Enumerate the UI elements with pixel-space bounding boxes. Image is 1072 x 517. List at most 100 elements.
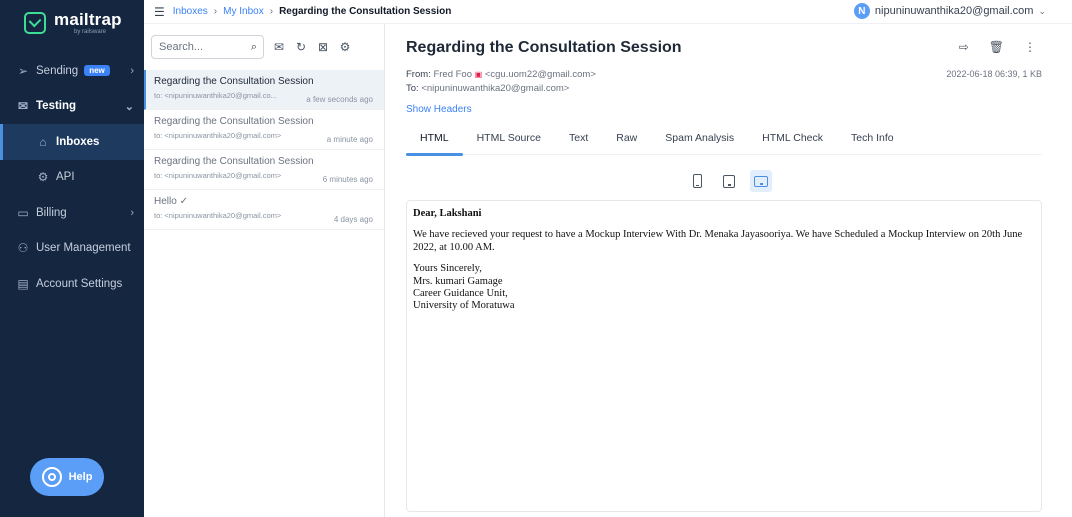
list-item[interactable]: Regarding the Consultation Session to: <…: [144, 150, 384, 190]
signoff-line: Mrs. kumari Gamage: [413, 275, 503, 287]
message-time: a minute ago: [326, 135, 373, 144]
sidebar-item-label: API: [56, 171, 75, 184]
from-email: <cgu.uom22@gmail.com>: [484, 69, 596, 80]
message-subject: Regarding the Consultation Session: [154, 76, 314, 87]
api-gear-icon: ⚙: [37, 170, 49, 185]
email-paragraph: We have recieved your request to have a …: [413, 229, 1023, 253]
breadcrumb-separator: ›: [213, 6, 218, 17]
tab-raw[interactable]: Raw: [602, 128, 651, 155]
tab-tech-info[interactable]: Tech Info: [837, 128, 908, 155]
refresh-icon[interactable]: ↻: [294, 40, 308, 54]
message-subject: Regarding the Consultation Session: [154, 156, 314, 167]
from-line: From: Fred Foo ▣ <cgu.uom22@gmail.com>: [406, 69, 596, 80]
list-item[interactable]: Regarding the Consultation Session to: <…: [144, 110, 384, 150]
mobile-icon: [692, 174, 702, 188]
search-placeholder: Search...: [159, 41, 204, 53]
sidebar-item-label: Billing: [36, 206, 67, 219]
from-name: Fred Foo: [433, 69, 472, 80]
message-time: a few seconds ago: [306, 95, 373, 104]
new-badge: new: [84, 65, 110, 77]
list-item[interactable]: Regarding the Consultation Session to: <…: [144, 70, 384, 110]
signoff-line: Yours Sincerely,: [413, 263, 482, 275]
tab-text[interactable]: Text: [555, 128, 602, 155]
sidebar-item-inboxes[interactable]: ⌂ Inboxes: [0, 124, 144, 160]
settings-gear-icon[interactable]: ⚙: [338, 40, 352, 54]
desktop-icon: [754, 175, 768, 187]
desktop-preview-button[interactable]: [750, 170, 772, 192]
tablet-preview-button[interactable]: [718, 170, 740, 192]
menu-toggle-icon[interactable]: ☰: [154, 5, 165, 19]
help-button[interactable]: Help: [30, 458, 104, 496]
testing-icon: ✉: [17, 99, 29, 114]
list-toolbar: Search... ⌕ ✉ ↻ ⊠ ⚙: [144, 24, 384, 70]
tab-html-check[interactable]: HTML Check: [748, 128, 837, 155]
sidebar-item-api[interactable]: ⚙ API: [0, 160, 144, 196]
breadcrumb-current: Regarding the Consultation Session: [279, 6, 452, 17]
search-icon: ⌕: [250, 40, 257, 53]
sidebar-item-label: User Management: [36, 242, 131, 255]
message-list-panel: Search... ⌕ ✉ ↻ ⊠ ⚙ Regarding the Consul…: [144, 24, 385, 517]
message-time: 4 days ago: [333, 215, 373, 224]
tab-html[interactable]: HTML: [406, 128, 463, 156]
mobile-preview-button[interactable]: [686, 170, 708, 192]
mark-read-icon[interactable]: ✉: [272, 40, 286, 54]
inbox-icon: ⌂: [39, 134, 47, 149]
message-subject: Hello ✓: [154, 196, 188, 207]
trash-icon[interactable]: 🗑: [989, 40, 1004, 54]
message-meta: 2022-06-18 06:39, 1 KB: [946, 69, 1042, 79]
chevron-down-icon: ⌄: [124, 100, 134, 113]
sidebar-item-label: Sending: [36, 64, 79, 77]
signoff-line: University of Moratuwa: [413, 300, 515, 312]
help-label: Help: [68, 471, 93, 483]
forward-icon[interactable]: ⇨: [959, 40, 969, 54]
billing-card-icon: ▭: [17, 205, 29, 220]
avatar: N: [853, 3, 870, 19]
signoff-line: Career Guidance Unit,: [413, 287, 508, 299]
sidebar-item-sending[interactable]: ➢ Sending new ›: [0, 53, 144, 89]
breadcrumb-my-inbox[interactable]: My Inbox: [223, 6, 264, 17]
account-menu[interactable]: N nipuninuwanthika20@gmail.com ⌄: [853, 3, 1046, 19]
device-preview-toggle: [686, 170, 772, 192]
sidebar-item-label: Inboxes: [56, 135, 100, 148]
sidebar-nav: ➢ Sending new › ✉ Testing ⌄ ⌂ Inboxes ⚙ …: [0, 53, 144, 302]
to-line: To: <nipuninuwanthika20@gmail.com>: [406, 83, 569, 94]
message-time: 6 minutes ago: [322, 175, 373, 184]
logo[interactable]: mailtrap by railsware: [0, 0, 144, 46]
message-subject: Regarding the Consultation Session: [154, 116, 314, 127]
message-title: Regarding the Consultation Session: [406, 39, 682, 56]
message-actions: ⇨ 🗑 ⋮: [959, 40, 1036, 54]
logo-sub: by railsware: [74, 29, 107, 35]
chevron-down-icon: ⌄: [1038, 5, 1046, 16]
message-detail: Regarding the Consultation Session ⇨ 🗑 ⋮…: [386, 24, 1072, 517]
breadcrumb-inboxes[interactable]: Inboxes: [173, 6, 208, 17]
search-input[interactable]: Search... ⌕: [151, 35, 264, 59]
sidebar-item-billing[interactable]: ▭ Billing ›: [0, 195, 144, 231]
to-label: To:: [406, 83, 419, 94]
sidebar-item-user-management[interactable]: ⚇ User Management: [0, 231, 144, 267]
sidebar: mailtrap by railsware ➢ Sending new › ✉ …: [0, 0, 144, 517]
sidebar-item-label: Testing: [36, 100, 77, 113]
tab-spam-analysis[interactable]: Spam Analysis: [651, 128, 748, 155]
breadcrumb-separator: ›: [269, 6, 274, 17]
top-bar: ☰ Inboxes › My Inbox › Regarding the Con…: [144, 0, 1072, 24]
to-email: <nipuninuwanthika20@gmail.com>: [421, 83, 570, 94]
sidebar-item-testing[interactable]: ✉ Testing ⌄: [0, 89, 144, 125]
chevron-right-icon: ›: [130, 206, 134, 219]
users-icon: ⚇: [17, 241, 29, 256]
chevron-right-icon: ›: [130, 64, 134, 77]
tab-html-source[interactable]: HTML Source: [463, 128, 555, 155]
message-tabs: HTML HTML Source Text Raw Spam Analysis …: [406, 128, 1042, 156]
list-item[interactable]: Hello ✓ to: <nipuninuwanthika20@gmail.co…: [144, 190, 384, 230]
show-headers-link[interactable]: Show Headers: [406, 104, 472, 115]
sender-flag-icon: ▣: [474, 70, 483, 79]
email-signoff: Yours Sincerely, Mrs. kumari Gamage Care…: [413, 263, 1035, 313]
tablet-icon: [723, 174, 735, 188]
mailtrap-logo-icon: [24, 12, 46, 34]
clear-inbox-icon[interactable]: ⊠: [316, 40, 330, 54]
account-settings-icon: ▤: [17, 276, 29, 291]
lifebuoy-icon: [41, 467, 62, 487]
email-greeting: Dear, Lakshani: [413, 208, 482, 219]
more-options-icon[interactable]: ⋮: [1024, 40, 1036, 54]
sidebar-item-account-settings[interactable]: ▤ Account Settings: [0, 266, 144, 302]
send-icon: ➢: [17, 63, 29, 78]
